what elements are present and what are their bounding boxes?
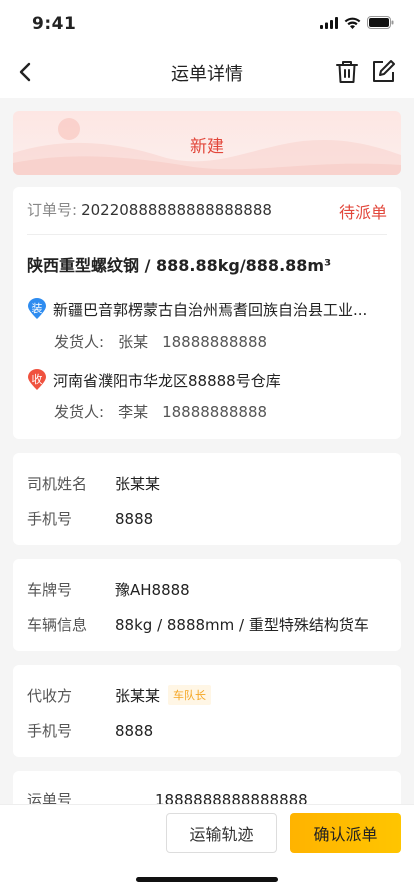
- home-indicator[interactable]: [136, 877, 278, 882]
- unload-contact-label: 发货人:: [54, 403, 105, 421]
- vehicle-plate-row: 车牌号 豫AH8888: [27, 579, 190, 600]
- goods-summary: 陕西重型螺纹钢 / 888.88kg/888.88m³: [27, 256, 332, 275]
- driver-phone-label: 手机号: [27, 510, 73, 528]
- payee-phone-label: 手机号: [27, 722, 73, 740]
- confirm-dispatch-button[interactable]: 确认派单: [290, 813, 401, 853]
- transport-track-button[interactable]: 运输轨迹: [166, 813, 277, 853]
- order-card: 订单号: 20220888888888888888 待派单 陕西重型螺纹钢 / 8…: [13, 187, 401, 439]
- order-status-badge: 待派单: [338, 203, 387, 222]
- waybill-label: 运单号: [27, 791, 73, 804]
- load-contact-row: 发货人: 张某 18888888888: [54, 331, 281, 352]
- banner-status-text: 新建: [190, 137, 224, 157]
- divider: [27, 234, 387, 235]
- unload-contact-name: 李某: [118, 403, 149, 421]
- driver-name-value: 张某某: [115, 475, 161, 493]
- load-pin-icon: 装: [27, 298, 47, 320]
- wifi-icon: [344, 17, 361, 29]
- waybill-row: 运单号 1888888888888888: [27, 789, 308, 804]
- payee-phone-value[interactable]: 8888: [115, 722, 153, 740]
- vehicle-info-row: 车辆信息 88kg / 8888mm / 重型特殊结构货车: [27, 614, 369, 635]
- payee-role-tag: 车队长: [168, 685, 212, 705]
- driver-name-label: 司机姓名: [27, 475, 88, 493]
- payee-label: 代收方: [27, 687, 73, 705]
- waybill-card: 运单号 1888888888888888: [13, 771, 401, 804]
- signal-icon: [320, 16, 338, 29]
- driver-name-row: 司机姓名 张某某: [27, 473, 160, 494]
- load-address: 新疆巴音郭楞蒙古自治州焉耆回族自治县工业...: [53, 300, 368, 319]
- unload-badge-text: 收: [31, 373, 43, 386]
- vehicle-info-value: 88kg / 8888mm / 重型特殊结构货车: [115, 616, 369, 634]
- bottom-action-bar: 运输轨迹 确认派单: [0, 804, 414, 896]
- load-contact-phone[interactable]: 18888888888: [162, 333, 267, 351]
- payee-value: 张某某: [115, 687, 161, 705]
- payee-phone-row: 手机号 8888: [27, 720, 153, 741]
- unload-contact-row: 发货人: 李某 18888888888: [54, 401, 281, 422]
- load-contact-name: 张某: [118, 333, 149, 351]
- load-contact-label: 发货人:: [54, 333, 105, 351]
- battery-icon: [367, 16, 394, 29]
- status-banner: 新建: [13, 111, 401, 175]
- navigation-bar: 运单详情: [0, 46, 414, 98]
- vehicle-plate-label: 车牌号: [27, 581, 73, 599]
- unload-address-row[interactable]: 收 河南省濮阳市华龙区88888号仓库: [27, 368, 387, 392]
- payee-row: 代收方 张某某 车队长: [27, 685, 212, 706]
- vehicle-plate-value: 豫AH8888: [115, 581, 190, 599]
- vehicle-info-label: 车辆信息: [27, 616, 88, 634]
- order-number-label: 订单号:: [27, 201, 78, 219]
- driver-phone-row: 手机号 8888: [27, 508, 153, 529]
- driver-card: 司机姓名 张某某 手机号 8888: [13, 453, 401, 545]
- unload-address: 河南省濮阳市华龙区88888号仓库: [53, 371, 281, 390]
- status-time: 9:41: [32, 14, 77, 34]
- status-bar: 9:41: [0, 0, 414, 46]
- content-area[interactable]: 新建 订单号: 20220888888888888888 待派单 陕西重型螺纹钢 …: [0, 98, 414, 804]
- order-number-value: 20220888888888888888: [81, 201, 272, 219]
- driver-phone-value[interactable]: 8888: [115, 510, 153, 528]
- payee-card: 代收方 张某某 车队长 手机号 8888: [13, 665, 401, 757]
- waybill-number: 1888888888888888: [155, 791, 308, 804]
- load-badge-text: 装: [31, 302, 43, 315]
- vehicle-card: 车牌号 豫AH8888 车辆信息 88kg / 8888mm / 重型特殊结构货车: [13, 559, 401, 651]
- unload-contact-phone[interactable]: 18888888888: [162, 403, 267, 421]
- edit-icon[interactable]: [370, 59, 396, 85]
- trash-icon[interactable]: [334, 59, 360, 85]
- unload-pin-icon: 收: [27, 369, 47, 391]
- load-address-row[interactable]: 装 新疆巴音郭楞蒙古自治州焉耆回族自治县工业...: [27, 297, 387, 321]
- order-number-row: 订单号: 20220888888888888888 待派单: [27, 199, 387, 229]
